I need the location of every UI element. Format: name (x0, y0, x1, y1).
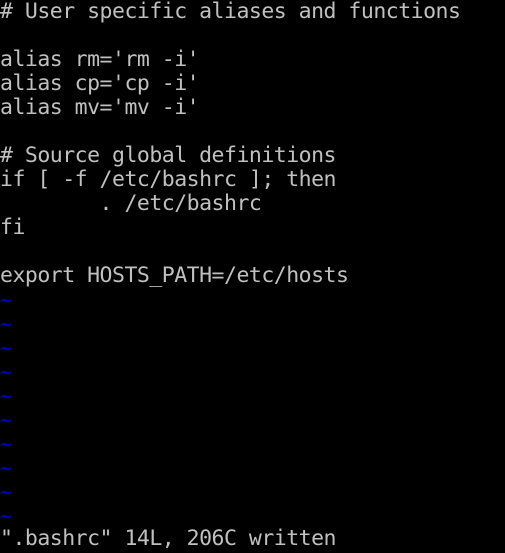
empty-line-tilde: ~ (0, 312, 13, 336)
vim-terminal[interactable]: # User specific aliases and functions al… (0, 0, 505, 553)
empty-line-tilde: ~ (0, 432, 13, 456)
empty-line-tilde: ~ (0, 456, 13, 480)
buffer-line-9: . /etc/bashrc (0, 191, 262, 216)
buffer-line-1: # User specific aliases and functions (0, 0, 461, 24)
buffer-line-5: alias mv='mv -i' (0, 95, 200, 120)
empty-line-tilde: ~ (0, 288, 13, 312)
empty-line-tilde: ~ (0, 408, 13, 432)
empty-line-tilde: ~ (0, 336, 13, 360)
empty-line-tilde: ~ (0, 384, 13, 408)
buffer-line-12: export HOSTS_PATH=/etc/hosts (0, 263, 349, 288)
buffer-line-3: alias rm='rm -i' (0, 47, 200, 72)
buffer-line-4: alias cp='cp -i' (0, 71, 200, 96)
empty-line-tilde: ~ (0, 360, 13, 384)
buffer-line-8: if [ -f /etc/bashrc ]; then (0, 167, 337, 192)
empty-line-tilde: ~ (0, 480, 13, 504)
buffer-line-7: # Source global definitions (0, 143, 337, 168)
buffer-line-10: fi (0, 215, 25, 240)
empty-line-tilde: ~ (0, 504, 13, 528)
status-line: ".bashrc" 14L, 206C written (0, 526, 337, 551)
